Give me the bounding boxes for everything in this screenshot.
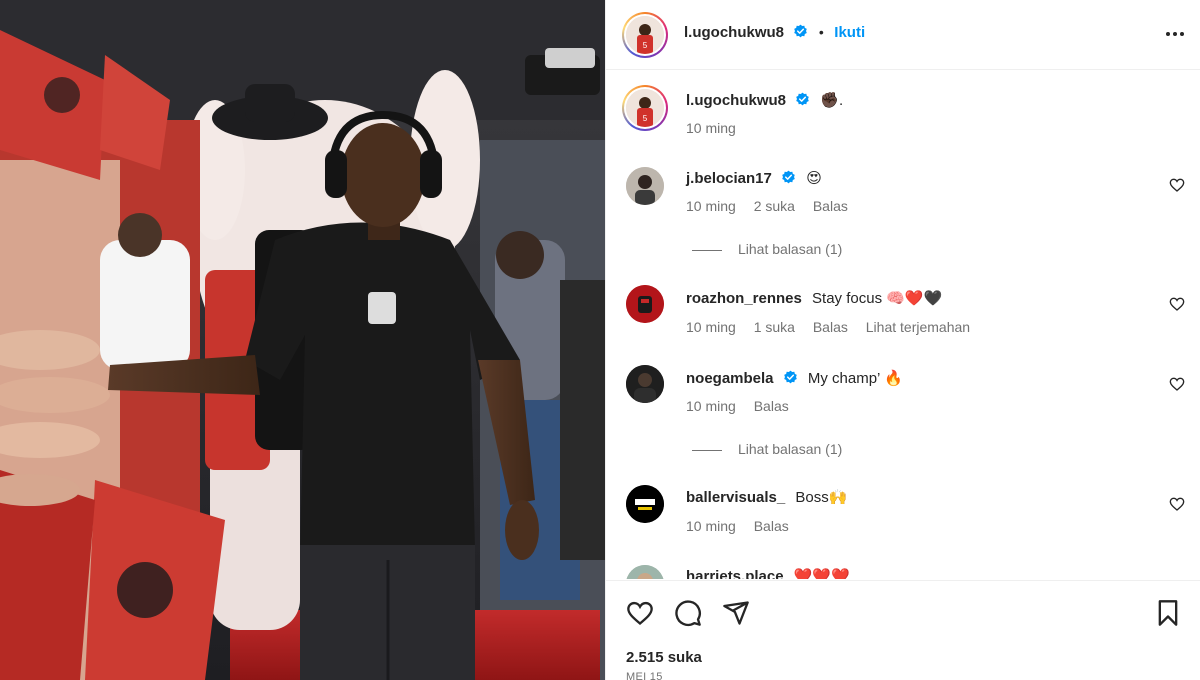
comment-avatar[interactable] (626, 167, 664, 205)
author-avatar-image: 5 (626, 16, 664, 54)
reply-button[interactable]: Balas (754, 518, 789, 534)
reply-button[interactable]: Balas (813, 198, 848, 214)
reply-button[interactable]: Balas (813, 319, 848, 335)
author-username[interactable]: l.ugochukwu8 (684, 24, 784, 41)
heart-icon[interactable] (1169, 496, 1185, 512)
comment-username[interactable]: harriets.place (686, 568, 784, 579)
verified-badge-icon (783, 370, 797, 384)
heart-icon[interactable] (1169, 296, 1185, 312)
comment-line: ballervisuals_ Boss🙌 (686, 488, 847, 506)
comment-avatar[interactable] (626, 285, 664, 323)
caption-avatar-image: 5 (626, 89, 664, 127)
comments-section[interactable]: 5 l.ugochukwu8 ✊🏿. 10 ming j.belocian17 (606, 71, 1200, 579)
comment-line: roazhon_rennes Stay focus 🧠❤️🖤 (686, 289, 942, 307)
comment-meta: 10 ming 2 suka Balas (686, 198, 862, 214)
comment-avatar-image (626, 485, 664, 523)
bookmark-icon[interactable] (1154, 599, 1182, 627)
verified-badge-icon (796, 92, 809, 106)
comment-text: Stay focus 🧠❤️🖤 (812, 290, 943, 307)
comment-avatar[interactable] (626, 485, 664, 523)
heart-icon[interactable] (1169, 376, 1185, 392)
view-replies-label: Lihat balasan (1) (738, 241, 843, 257)
reply-button[interactable]: Balas (754, 398, 789, 414)
post-actions: 2.515 suka MEI 15 (606, 580, 1200, 680)
comment-time: 10 ming (686, 398, 736, 414)
svg-text:5: 5 (643, 114, 648, 123)
comment-line: j.belocian17 😍 (686, 169, 822, 187)
comment-text: 😍 (806, 170, 822, 187)
more-icon[interactable] (1163, 22, 1187, 46)
caption-meta: 10 ming (686, 120, 750, 136)
caption-text: ✊🏿. (820, 92, 844, 109)
caption-line: l.ugochukwu8 ✊🏿. (686, 91, 843, 109)
comment-time: 10 ming (686, 198, 736, 214)
heart-icon[interactable] (626, 599, 654, 627)
replies-bar (692, 449, 722, 451)
heart-icon[interactable] (1169, 177, 1185, 193)
comment-username[interactable]: ballervisuals_ (686, 489, 785, 506)
verified-badge-icon (782, 170, 795, 184)
caption-author-avatar[interactable]: 5 (622, 85, 668, 131)
replies-bar (692, 249, 722, 251)
comment-line: noegambela My champ’ 🔥 (686, 369, 903, 387)
post-photo[interactable] (0, 0, 605, 680)
comment-avatar-image (626, 167, 664, 205)
comment-text: My champ’ 🔥 (807, 370, 903, 387)
comment-text: ❤️❤️❤️ (793, 568, 850, 579)
comment-line: harriets.place ❤️❤️❤️ (686, 567, 850, 579)
comment-icon[interactable] (674, 599, 702, 627)
comment-avatar[interactable] (626, 565, 664, 579)
follow-button[interactable]: Ikuti (834, 24, 865, 41)
caption-username[interactable]: l.ugochukwu8 (686, 92, 786, 109)
likes-count[interactable]: 2.515 suka (626, 649, 702, 666)
post-date: MEI 15 (626, 671, 663, 680)
view-replies-label: Lihat balasan (1) (738, 441, 843, 457)
svg-text:5: 5 (643, 41, 648, 50)
comment-likes[interactable]: 2 suka (754, 198, 795, 214)
comment-avatar[interactable] (626, 365, 664, 403)
comment-username[interactable]: j.belocian17 (686, 170, 772, 187)
comment-meta: 10 ming 1 suka Balas Lihat terjemahan (686, 319, 984, 335)
comment-avatar-image (626, 565, 664, 579)
view-replies-button[interactable]: Lihat balasan (1) (692, 241, 842, 257)
caption-time: 10 ming (686, 120, 736, 136)
author-avatar[interactable]: 5 (622, 12, 668, 58)
comment-meta: 10 ming Balas (686, 398, 803, 414)
comment-time: 10 ming (686, 319, 736, 335)
separator-dot: • (818, 24, 824, 40)
post-header: 5 l.ugochukwu8 • Ikuti (606, 0, 1200, 70)
comment-avatar-image (626, 285, 664, 323)
view-replies-button[interactable]: Lihat balasan (1) (692, 441, 842, 457)
comment-text: Boss🙌 (795, 489, 848, 506)
post-detail-panel: 5 l.ugochukwu8 • Ikuti 5 l.ugochukwu8 ✊🏿… (605, 0, 1200, 680)
comment-meta: 10 ming Balas (686, 518, 803, 534)
share-icon[interactable] (722, 599, 750, 627)
comment-time: 10 ming (686, 518, 736, 534)
post-photo-illustration (0, 0, 605, 680)
see-translation-button[interactable]: Lihat terjemahan (866, 319, 970, 335)
comment-avatar-image (626, 365, 664, 403)
comment-username[interactable]: roazhon_rennes (686, 290, 802, 307)
verified-badge-icon (794, 24, 808, 38)
comment-username[interactable]: noegambela (686, 370, 774, 387)
comment-likes[interactable]: 1 suka (754, 319, 795, 335)
